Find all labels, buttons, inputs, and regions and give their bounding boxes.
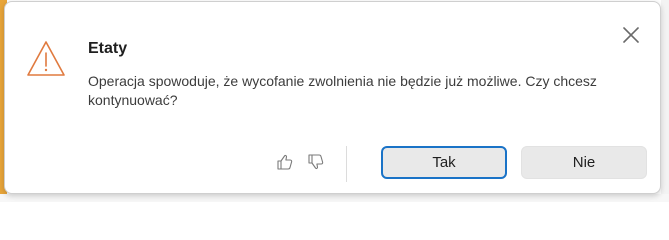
warning-triangle-icon: [25, 39, 67, 79]
background-window-edge-right: [661, 0, 669, 202]
background-window-edge-bottom: [0, 194, 669, 202]
yes-button[interactable]: Tak: [381, 146, 507, 179]
confirmation-dialog: Etaty Operacja spowoduje, że wycofanie z…: [4, 1, 661, 194]
close-icon[interactable]: [620, 24, 642, 46]
dialog-title: Etaty: [88, 40, 128, 57]
thumbs-up-icon[interactable]: [275, 152, 295, 172]
no-button[interactable]: Nie: [521, 146, 647, 179]
thumbs-down-icon[interactable]: [306, 152, 326, 172]
dialog-message: Operacja spowoduje, że wycofanie zwolnie…: [88, 73, 597, 108]
button-divider: [346, 146, 347, 182]
